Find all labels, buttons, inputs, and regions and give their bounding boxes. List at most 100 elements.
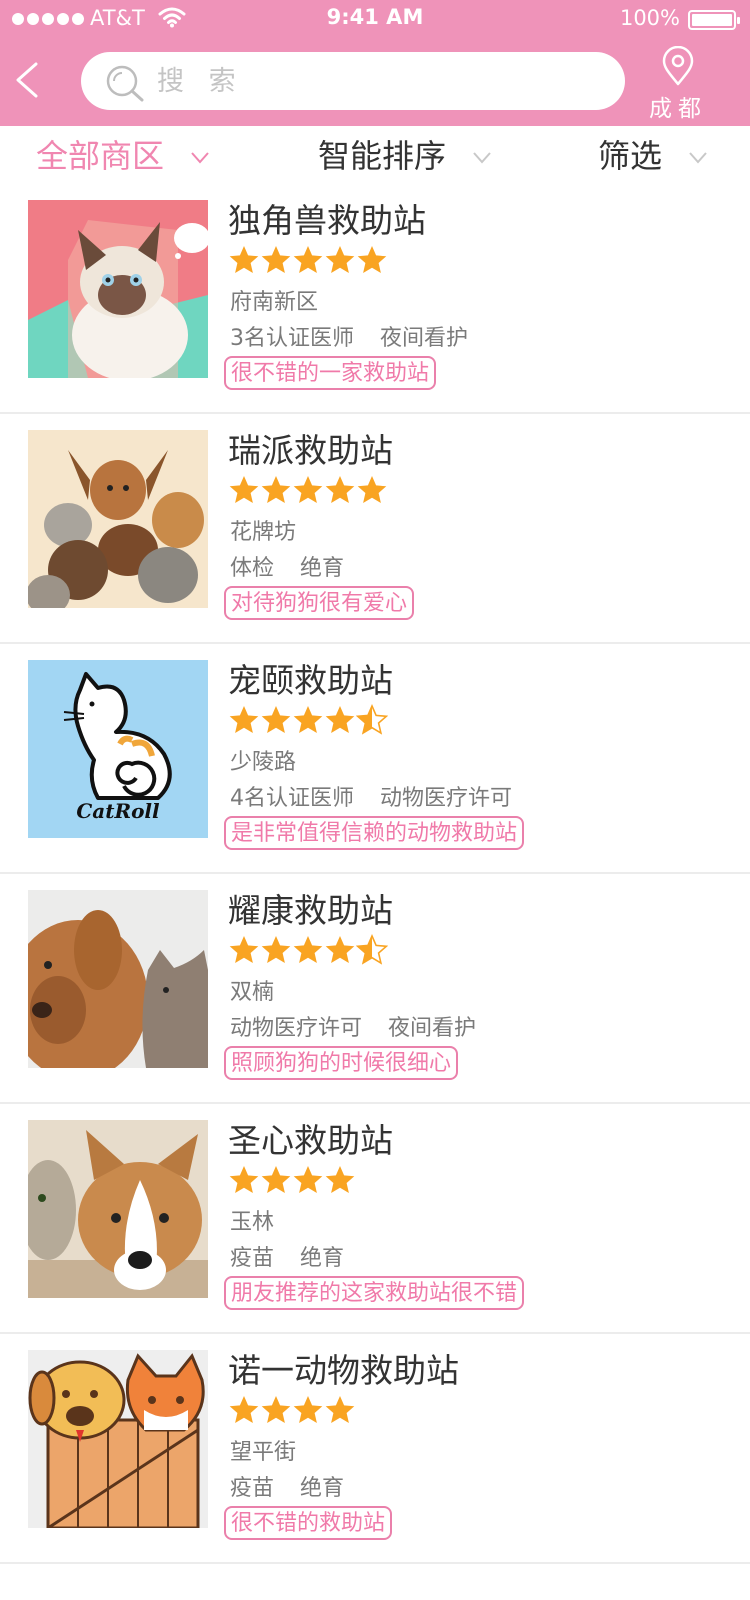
filter-all-districts[interactable]: 全部商区 (36, 131, 210, 177)
star-icon (357, 476, 387, 503)
station-tags: 动物医疗许可 夜间看护 (230, 1010, 476, 1042)
rating-stars (228, 934, 388, 966)
station-area: 花牌坊 (230, 520, 297, 545)
battery-percent: 100% (619, 6, 680, 30)
station-area: 望平街 (230, 1440, 297, 1465)
chevron-down-icon (472, 135, 492, 173)
list-item[interactable]: 瑞派救助站 花牌坊 体检 绝育 对待狗狗很有爱心 (0, 414, 750, 644)
tag: 绝育 (300, 1246, 345, 1271)
star-icon (293, 1166, 323, 1193)
filter-label: 智能排序 (318, 137, 447, 175)
status-bar: AT&T 9:41 AM 100% (0, 0, 750, 38)
station-name: 耀康救助站 (228, 891, 393, 930)
star-icon (293, 246, 323, 273)
station-name: 独角兽救助站 (228, 201, 426, 240)
star-icon (325, 476, 355, 503)
rating-stars (228, 704, 388, 736)
star-icon (229, 246, 259, 273)
svg-text:CatRoll: CatRoll (76, 799, 160, 823)
tag: 绝育 (300, 556, 345, 581)
star-icon (261, 936, 291, 963)
star-icon (261, 1166, 291, 1193)
search-icon (105, 64, 145, 106)
tag: 疫苗 (230, 1246, 275, 1271)
star-icon (325, 1166, 355, 1193)
star-icon (229, 1166, 259, 1193)
tag: 动物医疗许可 (380, 786, 513, 811)
star-icon (261, 1396, 291, 1423)
star-icon (261, 476, 291, 503)
top-bar: AT&T 9:41 AM 100% 搜 索 成都 (0, 0, 750, 126)
filter-bar: 全部商区 智能排序 筛选 (0, 126, 750, 184)
station-list: 独角兽救助站 府南新区 3名认证医师 夜间看护 很不错的一家救助站 瑞派救助站 … (0, 184, 750, 1564)
star-icon (325, 1396, 355, 1423)
star-half-icon (356, 704, 388, 735)
location-pin-icon (662, 46, 694, 86)
rating-stars (228, 1394, 356, 1426)
list-item[interactable]: 耀康救助站 双楠 动物医疗许可 夜间看护 照顾狗狗的时候很细心 (0, 874, 750, 1104)
station-area: 双楠 (230, 980, 275, 1005)
search-input[interactable] (157, 60, 597, 102)
station-area: 玉林 (230, 1210, 275, 1235)
star-icon (293, 1396, 323, 1423)
station-name: 瑞派救助站 (228, 431, 393, 470)
review-badge: 朋友推荐的这家救助站很不错 (224, 1276, 525, 1310)
chevron-left-icon (16, 62, 38, 98)
battery-icon (688, 10, 740, 30)
list-item[interactable]: CatRoll 宠颐救助站 少陵路 4名认证医师 动物医疗许可 是非常值得信赖的… (0, 644, 750, 874)
star-icon (293, 936, 323, 963)
star-icon (325, 936, 355, 963)
dogs-and-cats-group-photo (28, 430, 208, 608)
rating-stars (228, 244, 388, 276)
station-name: 诺一动物救助站 (228, 1351, 459, 1390)
location-selector[interactable]: 成都 (638, 46, 718, 122)
review-badge: 对待狗狗很有爱心 (224, 586, 415, 620)
star-icon (229, 476, 259, 503)
list-item[interactable]: 圣心救助站 玉林 疫苗 绝育 朋友推荐的这家救助站很不错 (0, 1104, 750, 1334)
star-half-icon (356, 934, 388, 965)
station-name: 宠颐救助站 (228, 661, 393, 700)
star-icon (293, 476, 323, 503)
list-item[interactable]: 诺一动物救助站 望平街 疫苗 绝育 很不错的救助站 (0, 1334, 750, 1564)
star-icon (261, 246, 291, 273)
back-button[interactable] (12, 62, 52, 102)
tag: 夜间看护 (380, 326, 469, 351)
review-badge: 很不错的一家救助站 (224, 356, 437, 390)
puppy-and-cat-photo (28, 890, 208, 1068)
filter-label: 全部商区 (36, 137, 165, 175)
star-icon (261, 706, 291, 733)
station-area: 少陵路 (230, 750, 297, 775)
star-icon (325, 246, 355, 273)
tag: 绝育 (300, 1476, 345, 1501)
corgi-and-cat-photo (28, 1120, 208, 1298)
station-tags: 体检 绝育 (230, 550, 344, 582)
list-item[interactable]: 独角兽救助站 府南新区 3名认证医师 夜间看护 很不错的一家救助站 (0, 184, 750, 414)
tag: 体检 (230, 556, 275, 581)
tag: 4名认证医师 (230, 786, 354, 811)
star-icon (229, 706, 259, 733)
star-icon (325, 706, 355, 733)
station-area: 府南新区 (230, 290, 319, 315)
rating-stars (228, 1164, 356, 1196)
filter-screen[interactable]: 筛选 (598, 131, 708, 177)
tag: 疫苗 (230, 1476, 275, 1501)
station-tags: 4名认证医师 动物医疗许可 (230, 780, 512, 812)
catroll-logo: CatRoll (28, 660, 208, 838)
tag: 夜间看护 (388, 1016, 477, 1041)
cartoon-dog-cat-fence (28, 1350, 208, 1528)
siamese-cat-photo (28, 200, 208, 378)
star-icon (229, 936, 259, 963)
search-bar[interactable] (81, 52, 625, 110)
city-label: 成都 (649, 96, 707, 122)
rating-stars (228, 474, 388, 506)
review-badge: 是非常值得信赖的动物救助站 (224, 816, 525, 850)
filter-smart-sort[interactable]: 智能排序 (318, 131, 492, 177)
station-tags: 疫苗 绝育 (230, 1470, 344, 1502)
station-name: 圣心救助站 (228, 1121, 393, 1160)
review-badge: 很不错的救助站 (224, 1506, 393, 1540)
tag: 动物医疗许可 (230, 1016, 363, 1041)
chevron-down-icon (688, 135, 708, 173)
filter-label: 筛选 (598, 137, 663, 175)
tag: 3名认证医师 (230, 326, 354, 351)
chevron-down-icon (190, 135, 210, 173)
